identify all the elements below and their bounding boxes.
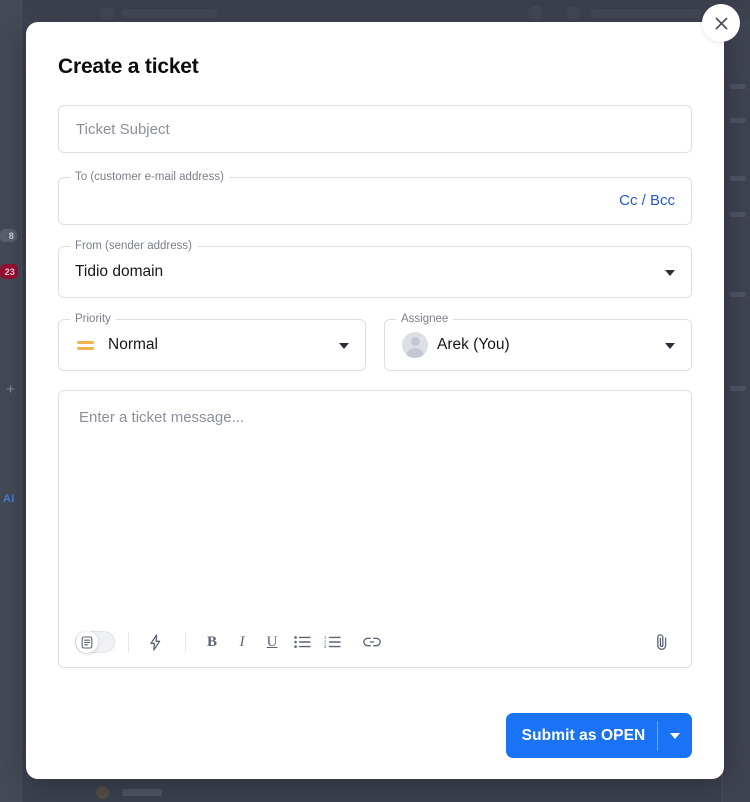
background-right-item <box>730 212 746 217</box>
background-right-item <box>730 176 746 181</box>
svg-text:3: 3 <box>324 644 327 649</box>
chevron-down-icon <box>670 732 680 739</box>
from-address-label: From (sender address) <box>70 240 197 253</box>
bold-button[interactable]: B <box>199 629 225 655</box>
background-help-icon <box>528 6 543 21</box>
ticket-message-placeholder: Enter a ticket message... <box>79 409 245 426</box>
underline-button[interactable]: U <box>259 629 285 655</box>
background-badge-count: 8 <box>0 229 17 242</box>
background-search-icon <box>100 8 114 19</box>
close-icon <box>715 17 727 29</box>
background-right-item <box>730 84 746 89</box>
background-bell-icon <box>566 6 581 21</box>
create-ticket-modal: Create a ticket Ticket Subject To (custo… <box>26 22 724 779</box>
to-email-input[interactable]: To (customer e-mail address) Cc / Bcc <box>58 171 692 225</box>
ticket-subject-placeholder: Ticket Subject <box>76 121 170 138</box>
submit-button-group[interactable]: Submit as OPEN <box>506 713 692 758</box>
to-email-label: To (customer e-mail address) <box>70 171 229 184</box>
submit-button[interactable]: Submit as OPEN <box>506 727 657 745</box>
background-badge-unread: 23 <box>0 264 18 279</box>
italic-button[interactable]: I <box>229 629 255 655</box>
note-toggle[interactable] <box>75 631 115 653</box>
from-address-value: Tidio domain <box>75 263 164 280</box>
priority-normal-icon <box>77 341 94 352</box>
paperclip-icon[interactable] <box>649 629 675 655</box>
priority-select[interactable]: Priority Normal <box>58 313 366 371</box>
background-right-item <box>730 118 746 123</box>
bullet-list-icon[interactable] <box>289 629 315 655</box>
page-title: Create a ticket <box>58 55 199 78</box>
background-right-item <box>730 292 746 297</box>
priority-value: Normal <box>108 336 158 353</box>
numbered-list-icon[interactable]: 1 2 3 <box>319 629 345 655</box>
chevron-down-icon[interactable] <box>339 343 349 349</box>
ticket-subject-input[interactable]: Ticket Subject <box>58 105 692 153</box>
from-address-select[interactable]: From (sender address) Tidio domain <box>58 240 692 298</box>
background-plus-icon: + <box>6 381 15 398</box>
background-right-panel <box>722 26 750 802</box>
lightning-icon[interactable] <box>142 629 168 655</box>
toolbar-divider <box>128 632 129 652</box>
ticket-message-editor[interactable]: Enter a ticket message... B I U 1 2 3 <box>58 390 692 668</box>
user-avatar-icon <box>402 332 428 358</box>
priority-label: Priority <box>70 313 116 326</box>
chevron-down-icon[interactable] <box>665 343 675 349</box>
assignee-label: Assignee <box>396 313 454 326</box>
chevron-down-icon[interactable] <box>665 270 675 276</box>
background-bottom-text <box>122 789 162 796</box>
editor-toolbar: B I U 1 2 3 <box>59 617 691 667</box>
note-icon <box>76 631 98 653</box>
assignee-value: Arek (You) <box>437 336 510 353</box>
background-sidebar <box>0 0 22 802</box>
assignee-select[interactable]: Assignee Arek (You) <box>384 313 692 371</box>
background-bottom-avatar <box>96 786 109 799</box>
toolbar-divider <box>185 632 186 652</box>
background-search-text <box>122 9 218 18</box>
cc-bcc-link[interactable]: Cc / Bcc <box>619 192 675 209</box>
background-right-item <box>730 386 746 391</box>
link-icon[interactable] <box>359 629 385 655</box>
close-button[interactable] <box>702 4 740 42</box>
background-user-text <box>590 9 702 18</box>
submit-dropdown-button[interactable] <box>658 713 692 758</box>
background-ai-label: AI <box>3 493 15 505</box>
